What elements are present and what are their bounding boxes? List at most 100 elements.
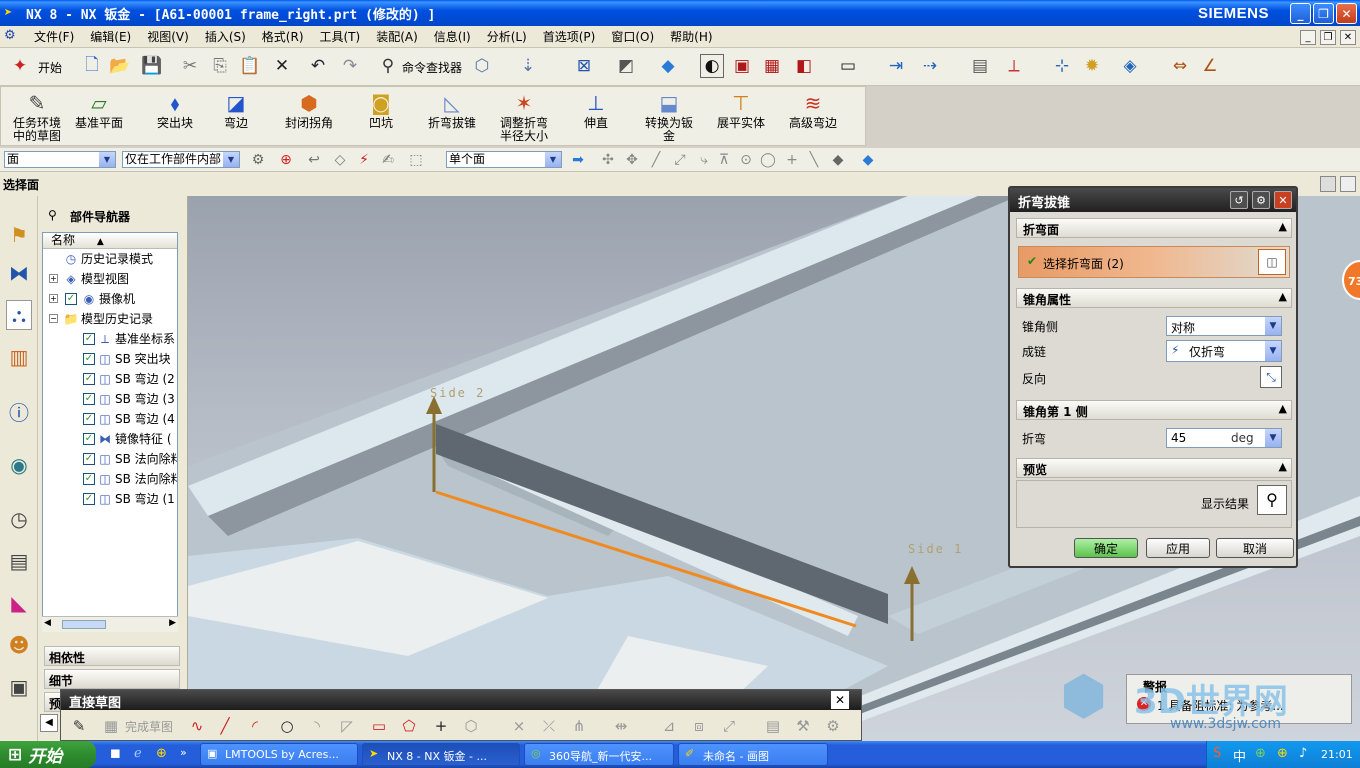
menu-format[interactable]: 格式(R) [254, 28, 312, 45]
checkbox[interactable]: ✓ [83, 353, 95, 365]
tree-item[interactable]: − 📁 模型历史记录 [43, 309, 177, 329]
checkbox[interactable]: ✓ [83, 393, 95, 405]
wcs-icon[interactable]: ⟂ [1002, 54, 1026, 78]
details-panel[interactable]: 细节 [44, 669, 180, 689]
measure-angle-icon[interactable]: ∠ [1198, 54, 1222, 78]
task-360-browser[interactable]: ◎ 360导航_新一代安... [524, 743, 674, 766]
tree-item[interactable]: ✓ ◫ SB 突出块 [43, 349, 177, 369]
snap-quadrant-icon[interactable]: ◯ [756, 148, 780, 172]
tree-item[interactable]: + ✓ ◉ 摄像机 [43, 289, 177, 309]
tree-item[interactable]: ✓ ◫ SB 弯边 (1 [43, 489, 177, 509]
closed-corner-tool[interactable]: ⬢ 封闭拐角 [279, 89, 339, 130]
snap-arc-center-icon[interactable]: ⊙ [734, 148, 758, 172]
arrow-right-icon[interactable]: ➡ [566, 148, 590, 172]
roles-icon[interactable]: ☻ [6, 630, 32, 660]
point-icon[interactable]: + [429, 714, 453, 738]
table-icon[interactable]: ▤ [968, 54, 992, 78]
snap-intersection-icon[interactable]: ⊼ [712, 148, 736, 172]
move-layer-icon[interactable]: ⇢ [918, 54, 942, 78]
select-tool-icon[interactable]: ✍ [376, 148, 400, 172]
menu-info[interactable]: 信息(I) [426, 28, 479, 45]
collapse-nav-icon[interactable]: ◀ [40, 714, 58, 732]
redo-icon[interactable]: ↷ [338, 54, 362, 78]
name-column-header[interactable]: 名称 ▲ [43, 233, 177, 249]
layer-icon[interactable]: ⇥ [884, 54, 908, 78]
measure-distance-icon[interactable]: ⇔ [1168, 54, 1192, 78]
dimension-icon[interactable]: ⇹ [609, 714, 633, 738]
finish-sketch-icon[interactable]: ▦ [99, 714, 123, 738]
menu-help[interactable]: 帮助(H) [662, 28, 720, 45]
static-wireframe-icon[interactable]: ▦ [760, 54, 784, 78]
tools-icon[interactable]: ✹ [1080, 54, 1104, 78]
wireframe-icon[interactable]: ▣ [730, 54, 754, 78]
relations-icon[interactable]: ⤢ [717, 714, 741, 738]
undo-select-icon[interactable]: ↩ [302, 148, 326, 172]
checkbox[interactable]: ✓ [83, 413, 95, 425]
sketch-tool[interactable]: ✎ 任务环境 中的草图 [7, 89, 67, 143]
checkbox[interactable]: ✓ [83, 473, 95, 485]
scroll-left-icon[interactable]: ◀ [44, 618, 51, 628]
trim-icon[interactable]: ⨯ [507, 714, 531, 738]
apply-button[interactable]: 应用 [1146, 538, 1210, 558]
snap-midpoint-icon[interactable]: ✥ [620, 148, 644, 172]
task-paint[interactable]: ✐ 未命名 - 画图 [678, 743, 828, 766]
explorer-quick-icon[interactable]: ◼ [110, 746, 121, 761]
save-icon[interactable]: 💾 [140, 54, 164, 78]
bend-angle-input[interactable]: 45 deg ▼ [1166, 428, 1282, 448]
ie-quick-icon[interactable]: ℯ [134, 746, 142, 761]
advanced-flange-tool[interactable]: ≋ 高级弯边 [783, 89, 843, 130]
bend-face-section[interactable]: 折弯面 ▲ [1016, 218, 1292, 238]
open-folder-icon[interactable]: 📂 [108, 54, 132, 78]
menu-tools[interactable]: 工具(T) [312, 28, 369, 45]
tree-item[interactable]: ◷ 历史记录模式 [43, 249, 177, 269]
browser-quick-icon[interactable]: ⊕ [156, 746, 167, 761]
visualization-icon[interactable]: ◣ [6, 588, 32, 618]
restore-button[interactable]: ❐ [1313, 3, 1334, 24]
bend-taper-tool[interactable]: ◺ 折弯拔锥 [423, 89, 481, 130]
part-navigator-icon[interactable]: ⛬ [6, 300, 32, 330]
close-window-button[interactable]: ✕ [1336, 3, 1357, 24]
expand-icon[interactable]: + [49, 294, 58, 303]
ok-button[interactable]: 确定 [1074, 538, 1138, 558]
snap-face-icon[interactable]: ◆ [826, 148, 850, 172]
task-lmtools[interactable]: ▣ LMTOOLS by Acres... [200, 743, 358, 766]
assembly-navigator-icon[interactable]: ⚑ [6, 220, 32, 250]
doc-restore-button[interactable]: ❐ [1320, 30, 1336, 45]
profile-icon[interactable]: ∿ [185, 714, 209, 738]
start-icon[interactable]: ✦ [8, 54, 32, 78]
taper-properties-section[interactable]: 锥角属性 ▲ [1016, 288, 1292, 308]
clock[interactable]: 21:01 [1321, 748, 1353, 761]
menu-view[interactable]: 视图(V) [139, 28, 197, 45]
shaded-display-icon[interactable]: ◐ [700, 54, 724, 78]
snap-point-icon[interactable]: ⊕ [274, 148, 298, 172]
chain-select[interactable]: ⚡ 仅折弯 ▼ [1166, 340, 1282, 362]
web-browser-icon[interactable]: ◉ [6, 450, 32, 480]
selection-icon[interactable]: ⬡ [470, 54, 494, 78]
tree-item[interactable]: ✓ ⧓ 镜像特征 ( [43, 429, 177, 449]
magnifier-icon[interactable]: ⚲ [1257, 485, 1287, 515]
system-materials-icon[interactable]: ▤ [6, 546, 32, 576]
project-icon[interactable]: ⚙ [821, 714, 845, 738]
checkbox[interactable]: ✓ [83, 333, 95, 345]
minimize-button[interactable]: _ [1290, 3, 1311, 24]
rectangle-icon[interactable]: ▭ [367, 714, 391, 738]
close-toolbar-icon[interactable]: ✕ [831, 691, 849, 709]
volume-tray-icon[interactable]: ♪ [1299, 746, 1307, 761]
hidden-edges-icon[interactable]: ◧ [792, 54, 816, 78]
scroll-right-icon[interactable]: ▶ [169, 618, 176, 628]
history-icon[interactable]: ◷ [6, 504, 32, 534]
fillet-icon[interactable]: ◝ [305, 714, 329, 738]
network-tray-icon[interactable]: ⊕ [1255, 746, 1266, 761]
nx-menu-icon[interactable]: ⚙ [4, 28, 26, 46]
snap-point-on-icon[interactable]: + [780, 148, 804, 172]
line-icon[interactable]: ╱ [213, 714, 237, 738]
system-scenes-icon[interactable]: ▣ [6, 672, 32, 702]
extend-icon[interactable]: ⤫ [537, 714, 561, 738]
chamfer-icon[interactable]: ◸ [335, 714, 359, 738]
filter-icon[interactable]: ⚙ [246, 148, 270, 172]
360-tray-icon[interactable]: ⊕ [1277, 746, 1288, 761]
select-bend-face-row[interactable]: ✔ 选择折弯面 (2) ◫ [1018, 246, 1290, 278]
settings-icon[interactable]: ⚙ [1252, 191, 1270, 209]
checkbox[interactable]: ✓ [65, 293, 77, 305]
pin-icon[interactable]: ⚲ [48, 208, 57, 222]
